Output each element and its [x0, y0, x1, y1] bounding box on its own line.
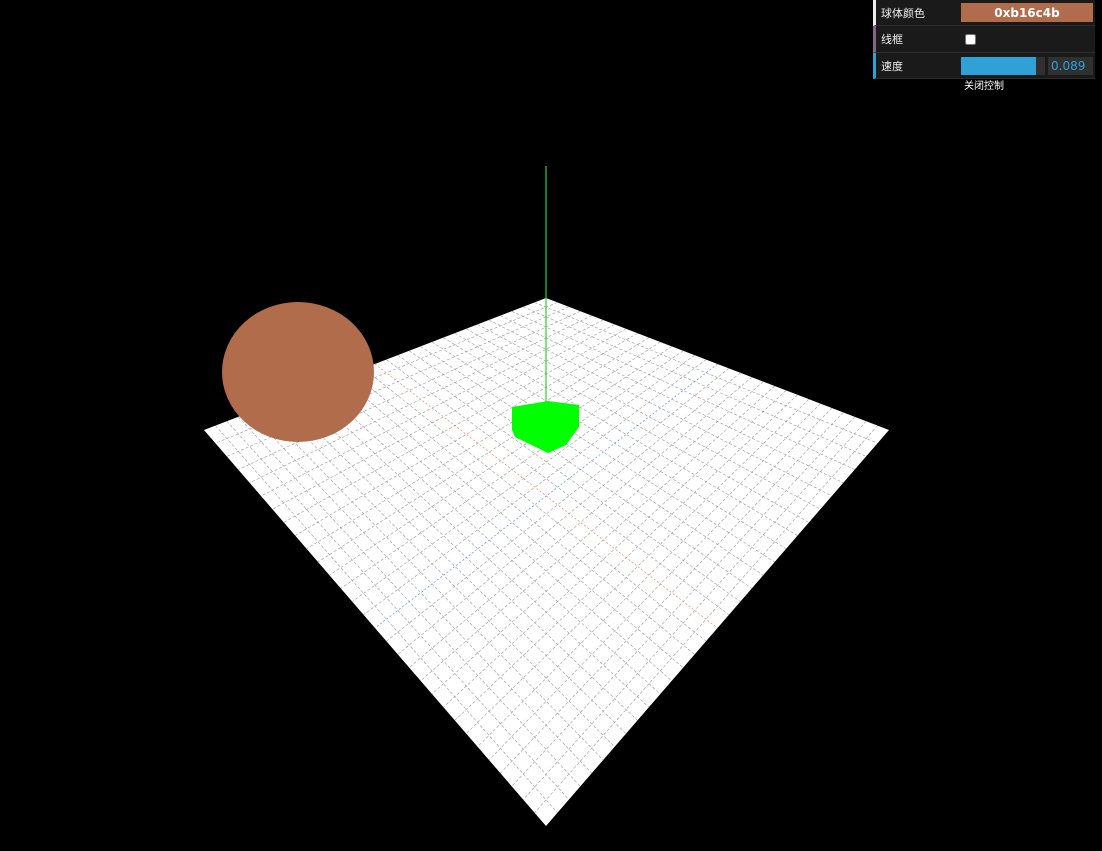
speed-control: 速度 0.089 — [873, 53, 1095, 79]
wireframe-label: 线框 — [881, 33, 903, 46]
wireframe-control: 线框 — [873, 26, 1095, 53]
sphere-color-label: 球体颜色 — [881, 6, 925, 20]
control-panel: 球体颜色 0xb16c4b 线框 速度 0.089 关闭控制 — [873, 0, 1095, 95]
wireframe-checkbox[interactable] — [965, 33, 976, 45]
3d-scene-canvas[interactable] — [0, 0, 1102, 851]
speed-slider-fill — [961, 56, 1036, 75]
speed-value-input[interactable]: 0.089 — [1048, 56, 1093, 75]
sphere-color-swatch[interactable]: 0xb16c4b — [961, 3, 1093, 22]
sphere — [222, 302, 374, 442]
close-controls-button[interactable]: 关闭控制 — [873, 79, 1095, 95]
speed-slider[interactable] — [961, 56, 1045, 75]
speed-label: 速度 — [881, 59, 903, 73]
sphere-color-control: 球体颜色 0xb16c4b — [873, 0, 1095, 26]
